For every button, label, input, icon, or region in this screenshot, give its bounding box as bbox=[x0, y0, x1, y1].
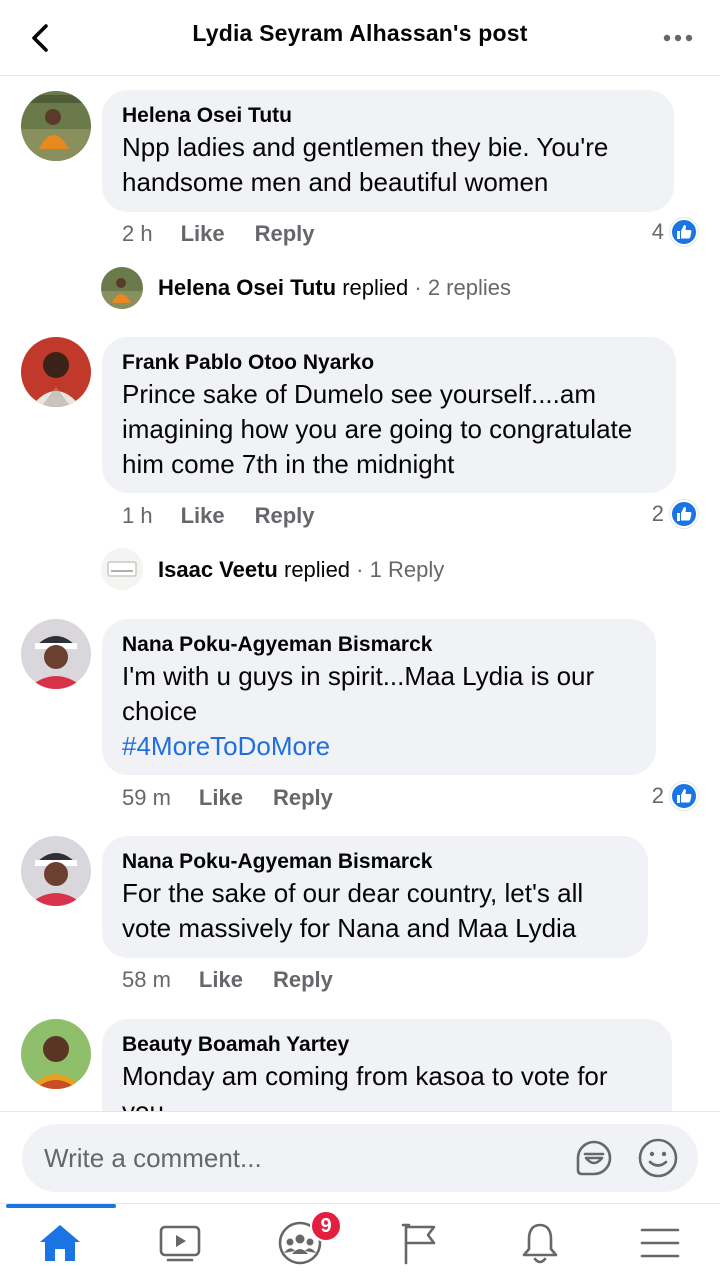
like-reaction-icon bbox=[670, 782, 698, 810]
reply-button[interactable]: Reply bbox=[273, 785, 333, 811]
page-title: Lydia Seyram Alhassan's post bbox=[192, 20, 528, 46]
tab-menu[interactable] bbox=[600, 1204, 720, 1280]
reaction-number: 2 bbox=[651, 501, 664, 526]
comment-text: Monday am coming from kasoa to vote for … bbox=[122, 1061, 608, 1111]
comment-text: I'm with u guys in spirit...Maa Lydia is… bbox=[122, 661, 595, 726]
reply-button[interactable]: Reply bbox=[255, 221, 315, 247]
reaction-count[interactable]: 2 bbox=[652, 500, 698, 528]
avatar[interactable] bbox=[21, 1019, 91, 1089]
like-button[interactable]: Like bbox=[199, 785, 243, 811]
reaction-number: 2 bbox=[651, 783, 664, 808]
comment-bubble: Nana Poku-Agyeman Bismarck I'm with u gu… bbox=[102, 619, 656, 775]
comment-bubble: Beauty Boamah Yartey Monday am coming fr… bbox=[102, 1019, 672, 1111]
hashtag-link[interactable]: #4MoreToDoMore bbox=[122, 729, 636, 764]
sticker-icon bbox=[576, 1140, 612, 1176]
reaction-count[interactable]: 2 bbox=[652, 782, 698, 810]
avatar[interactable] bbox=[21, 91, 91, 161]
like-button[interactable]: Like bbox=[181, 503, 225, 529]
comment-author[interactable]: Nana Poku-Agyeman Bismarck bbox=[122, 631, 636, 659]
comment-bubble: Helena Osei Tutu Npp ladies and gentleme… bbox=[102, 90, 674, 212]
reply-button[interactable]: Reply bbox=[255, 503, 315, 529]
comment-meta: 1 h Like Reply bbox=[122, 503, 345, 529]
comment-text: Npp ladies and gentlemen they bie. You'r… bbox=[122, 132, 609, 197]
reply-count: · 2 replies bbox=[414, 275, 511, 300]
comment-bubble: Nana Poku-Agyeman Bismarck For the sake … bbox=[102, 836, 648, 958]
like-button[interactable]: Like bbox=[199, 967, 243, 993]
post-header: Lydia Seyram Alhassan's post bbox=[0, 0, 720, 76]
more-horizontal-icon bbox=[663, 34, 693, 42]
more-options-button[interactable] bbox=[656, 16, 700, 60]
comment-bubble: Frank Pablo Otoo Nyarko Prince sake of D… bbox=[102, 337, 676, 493]
avatar[interactable] bbox=[21, 619, 91, 689]
comment-text: Prince sake of Dumelo see yourself....am… bbox=[122, 379, 633, 479]
tab-video[interactable] bbox=[120, 1204, 240, 1280]
view-replies-link[interactable]: Isaac Veetu replied · 1 Reply bbox=[158, 557, 444, 583]
comment-author[interactable]: Frank Pablo Otoo Nyarko bbox=[122, 349, 656, 377]
comments-list: Helena Osei Tutu Npp ladies and gentleme… bbox=[0, 77, 720, 1111]
replier-name: Helena Osei Tutu bbox=[158, 275, 337, 300]
reply-avatar[interactable] bbox=[101, 267, 143, 309]
view-replies-link[interactable]: Helena Osei Tutu replied · 2 replies bbox=[158, 275, 511, 301]
comment-composer bbox=[0, 1111, 720, 1203]
avatar[interactable] bbox=[21, 337, 91, 407]
sticker-button[interactable] bbox=[572, 1136, 616, 1180]
comment-author[interactable]: Beauty Boamah Yartey bbox=[122, 1031, 652, 1059]
video-icon bbox=[159, 1225, 201, 1261]
comment-time: 58 m bbox=[122, 967, 171, 992]
home-icon bbox=[40, 1224, 80, 1261]
reply-avatar[interactable] bbox=[101, 548, 143, 590]
like-reaction-icon bbox=[670, 500, 698, 528]
comment-time: 2 h bbox=[122, 221, 153, 246]
comment-time: 59 m bbox=[122, 785, 171, 810]
tab-notifications[interactable] bbox=[480, 1204, 600, 1280]
notifications-bell-icon bbox=[522, 1223, 558, 1263]
comment-author[interactable]: Nana Poku-Agyeman Bismarck bbox=[122, 848, 628, 876]
emoji-button[interactable] bbox=[636, 1136, 680, 1180]
replier-name: Isaac Veetu bbox=[158, 557, 278, 582]
tab-groups[interactable]: 9 bbox=[240, 1204, 360, 1280]
reply-count: · 1 Reply bbox=[356, 557, 445, 582]
comment-meta: 59 m Like Reply bbox=[122, 785, 363, 811]
bottom-navigation: 9 bbox=[0, 1203, 720, 1280]
avatar[interactable] bbox=[21, 836, 91, 906]
reaction-count[interactable]: 4 bbox=[652, 218, 698, 246]
comment-meta: 2 h Like Reply bbox=[122, 221, 345, 247]
comment-time: 1 h bbox=[122, 503, 153, 528]
emoji-icon bbox=[638, 1138, 678, 1178]
comment-author[interactable]: Helena Osei Tutu bbox=[122, 102, 654, 130]
groups-notification-badge: 9 bbox=[310, 1210, 342, 1242]
pages-flag-icon bbox=[401, 1223, 436, 1264]
reply-button[interactable]: Reply bbox=[273, 967, 333, 993]
comment-text: For the sake of our dear country, let's … bbox=[122, 878, 584, 943]
replied-label: replied bbox=[284, 557, 351, 582]
reaction-number: 4 bbox=[651, 219, 664, 244]
comment-meta: 58 m Like Reply bbox=[122, 967, 363, 993]
like-button[interactable]: Like bbox=[181, 221, 225, 247]
tab-pages[interactable] bbox=[360, 1204, 480, 1280]
tab-home[interactable] bbox=[0, 1204, 120, 1280]
replied-label: replied bbox=[342, 275, 409, 300]
menu-icon bbox=[640, 1228, 680, 1257]
like-reaction-icon bbox=[670, 218, 698, 246]
